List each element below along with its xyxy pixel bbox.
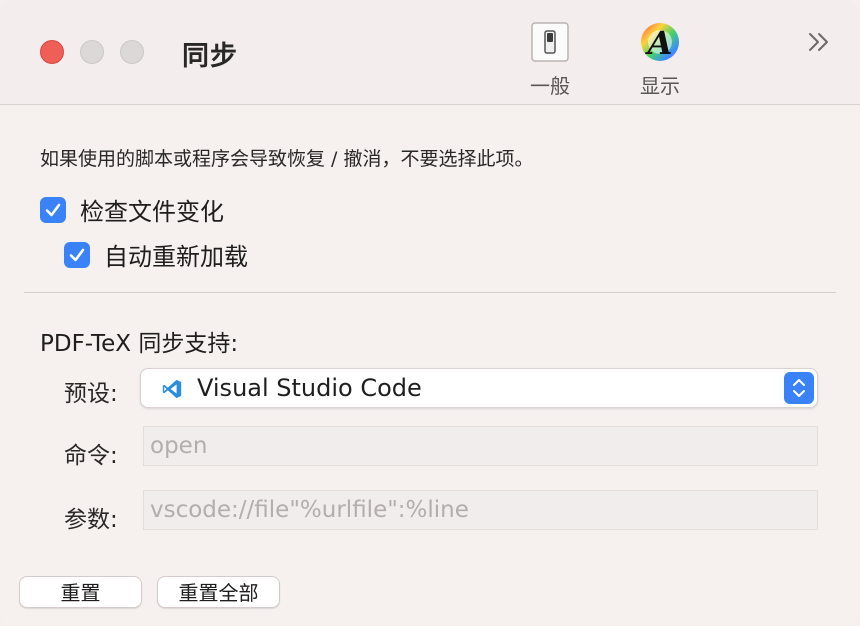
checkbox-label: 检查文件变化 xyxy=(80,198,224,226)
checkmark-icon[interactable] xyxy=(64,241,90,268)
toolbar-item-label: 一般 xyxy=(530,74,570,98)
select-stepper-icon[interactable] xyxy=(784,372,814,404)
minimize-window-button[interactable] xyxy=(80,40,104,64)
reset-all-button[interactable]: 重置全部 xyxy=(157,576,280,608)
arguments-label: 参数: xyxy=(64,507,118,533)
arguments-field[interactable] xyxy=(144,491,817,529)
toolbar-item-display[interactable]: A 显示 xyxy=(620,20,700,100)
warning-text: 如果使用的脚本或程序会导致恢复 / 撤消，不要选择此项。 xyxy=(40,148,534,170)
sync-section-title: PDF-TeX 同步支持: xyxy=(40,331,239,357)
toolbar-item-label: 显示 xyxy=(640,74,680,98)
check-file-changes-checkbox[interactable]: 检查文件变化 xyxy=(40,192,224,227)
vscode-icon xyxy=(162,379,182,399)
preset-value: Visual Studio Code xyxy=(197,374,422,402)
font-color-icon: A xyxy=(641,23,679,62)
checkbox-label: 自动重新加载 xyxy=(104,243,248,271)
reset-button[interactable]: 重置 xyxy=(19,576,142,608)
window-title: 同步 xyxy=(182,41,238,72)
command-field-box xyxy=(143,426,818,466)
zoom-window-button[interactable] xyxy=(120,40,144,64)
close-window-button[interactable] xyxy=(40,40,64,64)
divider xyxy=(24,292,836,293)
command-field[interactable] xyxy=(144,427,817,465)
switch-icon xyxy=(531,22,569,62)
auto-reload-checkbox[interactable]: 自动重新加载 xyxy=(64,237,248,272)
toolbar-item-general[interactable]: 一般 xyxy=(510,20,590,100)
preset-select[interactable]: Visual Studio Code xyxy=(140,368,818,408)
arguments-field-box xyxy=(143,490,818,530)
preset-label: 预设: xyxy=(64,381,118,407)
chevron-double-right-icon[interactable] xyxy=(805,28,833,63)
titlebar: 同步 一般 A 显示 xyxy=(0,0,860,105)
checkmark-icon[interactable] xyxy=(40,196,66,223)
preferences-window: 同步 一般 A 显示 如果使用的脚本或程序会导致恢复 / 撤消，不要选择此项。 … xyxy=(0,0,860,626)
command-label: 命令: xyxy=(64,443,118,469)
svg-text:A: A xyxy=(645,24,673,62)
